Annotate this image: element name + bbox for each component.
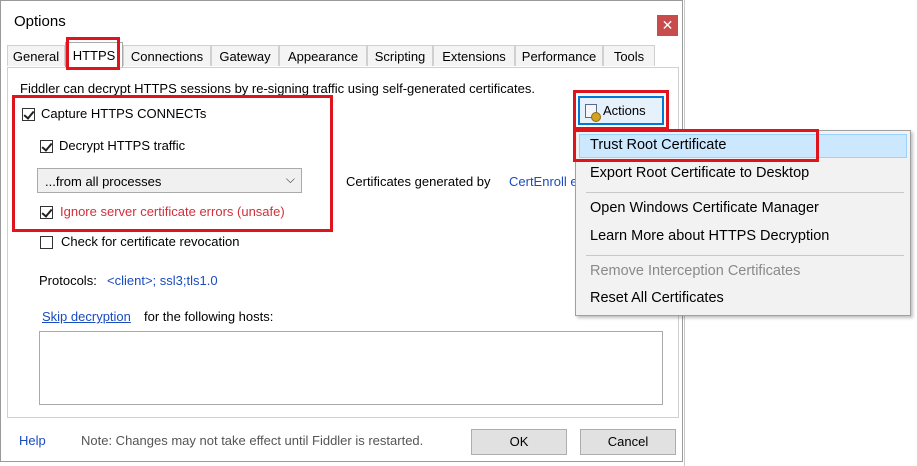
tab-connections[interactable]: Connections <box>123 45 211 66</box>
tab-gateway[interactable]: Gateway <box>211 45 279 66</box>
tab-appearance[interactable]: Appearance <box>279 45 367 66</box>
capture-connects-label: Capture HTTPS CONNECTs <box>41 106 207 121</box>
tab-tools[interactable]: Tools <box>603 45 655 66</box>
cert-generator-link[interactable]: CertEnroll e <box>509 174 578 189</box>
menu-separator <box>586 192 904 193</box>
decrypt-traffic-checkbox[interactable] <box>40 140 53 153</box>
ignore-errors-checkbox[interactable] <box>40 206 53 219</box>
https-intro-text: Fiddler can decrypt HTTPS sessions by re… <box>20 81 535 96</box>
check-revocation-checkbox[interactable] <box>40 236 53 249</box>
capture-connects-checkbox[interactable] <box>22 108 35 121</box>
check-revocation-label: Check for certificate revocation <box>61 234 240 249</box>
cancel-button[interactable]: Cancel <box>580 429 676 455</box>
cert-generated-label: Certificates generated by <box>346 174 491 189</box>
skip-decryption-link[interactable]: Skip decryption <box>42 309 131 324</box>
protocols-link[interactable]: <client>; ssl3;tls1.0 <box>107 273 218 288</box>
chevron-down-icon: ⌵ <box>285 172 295 186</box>
menu-item-remove-interception-certificates: Remove Interception Certificates <box>590 263 801 279</box>
ok-button[interactable]: OK <box>471 429 567 455</box>
tab-performance[interactable]: Performance <box>515 45 603 66</box>
tab-https[interactable]: HTTPS <box>65 42 123 67</box>
actions-menu: Trust Root Certificate Export Root Certi… <box>575 130 911 316</box>
tab-scripting[interactable]: Scripting <box>367 45 433 66</box>
menu-item-trust-root-certificate[interactable]: Trust Root Certificate <box>590 137 726 153</box>
restart-note: Note: Changes may not take effect until … <box>81 433 424 448</box>
decrypt-traffic-label: Decrypt HTTPS traffic <box>59 138 186 153</box>
help-link[interactable]: Help <box>19 433 46 448</box>
actions-button[interactable]: Actions <box>578 96 664 125</box>
process-filter-value: ...from all processes <box>45 174 162 189</box>
window-title: Options <box>14 13 66 30</box>
ignore-errors-label: Ignore server certificate errors (unsafe… <box>60 204 285 219</box>
process-filter-select[interactable]: ...from all processes ⌵ <box>37 168 302 193</box>
menu-item-open-certificate-manager[interactable]: Open Windows Certificate Manager <box>590 200 819 216</box>
menu-item-export-root-certificate[interactable]: Export Root Certificate to Desktop <box>590 165 809 181</box>
menu-item-reset-all-certificates[interactable]: Reset All Certificates <box>590 290 724 306</box>
actions-button-label: Actions <box>603 103 646 118</box>
protocols-label: Protocols: <box>39 273 97 288</box>
skip-decryption-suffix: for the following hosts: <box>144 309 274 324</box>
skip-hosts-textarea[interactable] <box>39 331 663 405</box>
tab-general[interactable]: General <box>7 45 65 66</box>
tab-strip: General HTTPS Connections Gateway Appear… <box>7 42 679 67</box>
menu-separator <box>586 255 904 256</box>
tab-extensions[interactable]: Extensions <box>433 45 515 66</box>
title-bar: Options ✕ <box>1 1 682 41</box>
menu-item-learn-more[interactable]: Learn More about HTTPS Decryption <box>590 228 829 244</box>
certificate-icon <box>585 104 601 122</box>
close-button[interactable]: ✕ <box>657 15 678 36</box>
